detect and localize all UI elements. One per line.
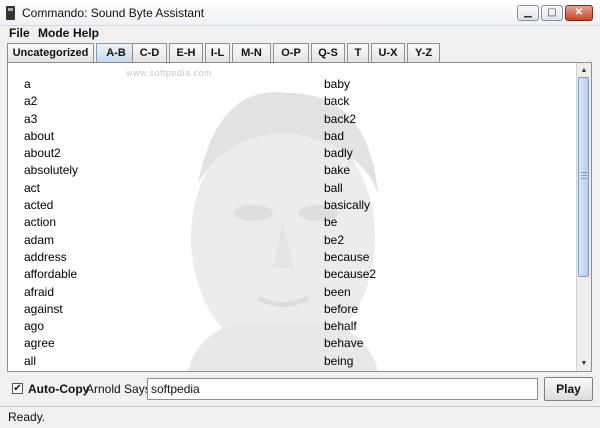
list-item[interactable]: being	[324, 353, 376, 370]
list-item[interactable]: address	[24, 249, 78, 266]
tab-uncategorized[interactable]: Uncategorized	[7, 43, 94, 62]
list-item[interactable]: a	[24, 76, 78, 93]
list-item[interactable]: be2	[324, 232, 376, 249]
list-item[interactable]: before	[324, 301, 376, 318]
close-button[interactable]: ✕	[565, 5, 593, 21]
list-item[interactable]: a3	[24, 111, 78, 128]
list-item[interactable]: afraid	[24, 284, 78, 301]
play-button[interactable]: Play	[544, 377, 593, 401]
list-item[interactable]: because	[324, 249, 376, 266]
list-item[interactable]: badly	[324, 145, 376, 162]
list-item[interactable]: basically	[324, 197, 376, 214]
list-item[interactable]: a2	[24, 93, 78, 110]
list-item[interactable]: behalf	[324, 318, 376, 335]
tab-i-l[interactable]: I-L	[205, 43, 230, 62]
list-item[interactable]: acted	[24, 197, 78, 214]
list-item[interactable]: bake	[324, 162, 376, 179]
vertical-scrollbar[interactable]: ▲ ▼	[576, 63, 591, 371]
menu-mode[interactable]: Mode	[38, 26, 69, 40]
window-title: Commando: Sound Byte Assistant	[22, 6, 205, 20]
scrollbar-thumb[interactable]	[578, 77, 589, 277]
list-item[interactable]: back	[324, 93, 376, 110]
list-item[interactable]: about2	[24, 145, 78, 162]
title-bar: Commando: Sound Byte Assistant ▁ ▢ ✕	[0, 0, 600, 26]
status-bar: Ready.	[0, 406, 600, 428]
scroll-down-arrow-icon[interactable]: ▼	[578, 357, 590, 370]
list-item[interactable]: against	[24, 301, 78, 318]
list-item[interactable]: about	[24, 128, 78, 145]
word-column-left: a a2 a3 about about2 absolutely act acte…	[24, 76, 78, 370]
list-item[interactable]: been	[324, 284, 376, 301]
list-item[interactable]: agree	[24, 335, 78, 352]
status-text: Ready.	[8, 410, 46, 424]
scroll-up-arrow-icon[interactable]: ▲	[578, 64, 590, 77]
minimize-button[interactable]: ▁	[517, 5, 539, 21]
list-item[interactable]: act	[24, 180, 78, 197]
tab-u-x[interactable]: U-X	[371, 43, 405, 62]
menu-bar: File Mode Help	[0, 26, 600, 42]
list-item[interactable]: action	[24, 214, 78, 231]
sound-byte-list[interactable]: www.softpedia.com a a2 a3 about about2 a…	[7, 62, 592, 372]
tab-e-h[interactable]: E-H	[169, 43, 203, 62]
list-item[interactable]: baby	[324, 76, 376, 93]
list-item[interactable]: affordable	[24, 266, 78, 283]
auto-copy-checkbox[interactable]: ✔	[12, 383, 23, 394]
tab-q-s[interactable]: Q-S	[311, 43, 345, 62]
arnold-says-label: Arnold Says:	[86, 382, 155, 396]
list-item[interactable]: ball	[324, 180, 376, 197]
auto-copy-label[interactable]: Auto-Copy	[28, 382, 89, 396]
list-item[interactable]: absolutely	[24, 162, 78, 179]
tab-c-d[interactable]: C-D	[132, 43, 167, 62]
softpedia-watermark: www.softpedia.com	[126, 68, 213, 78]
tab-m-n[interactable]: M-N	[232, 43, 271, 62]
arnold-says-input[interactable]	[147, 378, 538, 400]
list-item[interactable]: all	[24, 353, 78, 370]
control-bar: ✔ Auto-Copy Arnold Says: Play	[0, 375, 600, 405]
tab-y-z[interactable]: Y-Z	[407, 43, 440, 62]
tab-o-p[interactable]: O-P	[273, 43, 309, 62]
app-icon	[6, 6, 15, 20]
menu-file[interactable]: File	[9, 26, 30, 40]
list-item[interactable]: bad	[324, 128, 376, 145]
list-item[interactable]: back2	[324, 111, 376, 128]
list-item[interactable]: adam	[24, 232, 78, 249]
tab-a-b[interactable]: A-B	[96, 43, 136, 62]
list-item[interactable]: because2	[324, 266, 376, 283]
list-item[interactable]: ago	[24, 318, 78, 335]
word-column-right: baby back back2 bad badly bake ball basi…	[324, 76, 376, 370]
tab-t[interactable]: T	[347, 43, 369, 62]
list-item[interactable]: be	[324, 214, 376, 231]
maximize-button[interactable]: ▢	[541, 5, 563, 21]
menu-help[interactable]: Help	[73, 26, 99, 40]
list-item[interactable]: behave	[324, 335, 376, 352]
